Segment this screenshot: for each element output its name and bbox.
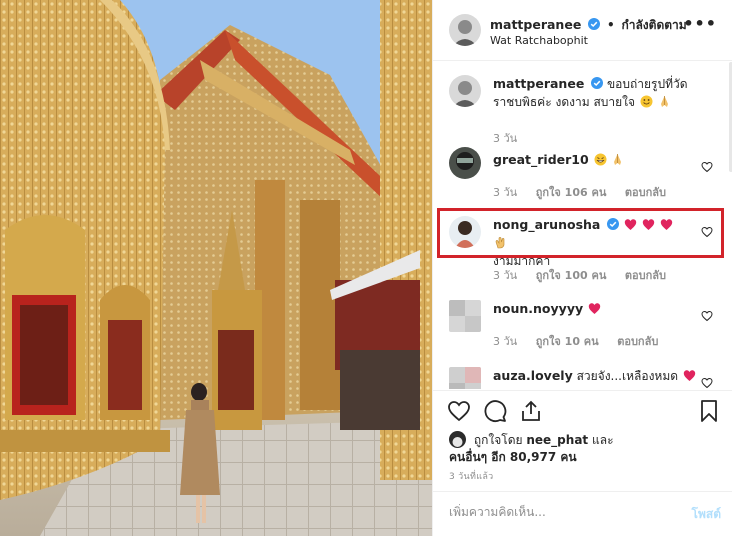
pray-emoji-icon bbox=[660, 96, 668, 107]
author-username[interactable]: mattperanee bbox=[490, 17, 581, 32]
reply-button[interactable]: ตอบกลับ bbox=[617, 335, 658, 348]
likes-summary: ถูกใจโดย nee_phat และ คนอื่นๆ อีก 80,977… bbox=[449, 431, 719, 466]
post-comment-button[interactable]: โพสต์ bbox=[692, 505, 721, 524]
red-heart-emoji-icon bbox=[683, 370, 696, 381]
commenter-avatar[interactable] bbox=[449, 367, 481, 389]
comment-text-block: nong_arunosha งามมากค่า bbox=[493, 216, 688, 270]
comment-meta: 3 วัน ถูกใจ 100 คน ตอบกลับ bbox=[493, 266, 681, 284]
red-heart-emoji-icon bbox=[660, 219, 672, 230]
red-heart-emoji-icon bbox=[642, 219, 655, 230]
liked-by-prefix: ถูกใจโดย bbox=[473, 433, 523, 447]
comments-list[interactable]: mattperanee ขอบถ่ายรูปที่วัดราชบพิธค่ะ ง… bbox=[433, 61, 732, 389]
location-link[interactable]: Wat Ratchabophit bbox=[490, 34, 588, 47]
comment-likes-count[interactable]: ถูกใจ 106 คน bbox=[536, 186, 607, 199]
comment-meta: 3 วัน ถูกใจ 106 คน ตอบกลับ bbox=[493, 183, 681, 201]
comment-meta: 3 วัน ถูกใจ 10 คน ตอบกลับ bbox=[493, 332, 673, 350]
caption-meta: 3 วัน bbox=[493, 129, 532, 147]
comment-text-block: noun.noyyyy bbox=[493, 300, 688, 318]
comment-text-block: auza.lovely สวยจัง...เหลืองหมด bbox=[493, 367, 713, 385]
caption-time[interactable]: 3 วัน bbox=[493, 132, 517, 145]
separator-dot: • bbox=[606, 18, 615, 32]
comment-username[interactable]: noun.noyyyy bbox=[493, 301, 583, 316]
liked-by-and: และ bbox=[591, 433, 614, 447]
pray-emoji-icon bbox=[614, 154, 622, 165]
post-photo[interactable] bbox=[0, 0, 432, 536]
commenter-avatar[interactable] bbox=[449, 147, 481, 179]
author-avatar[interactable] bbox=[449, 14, 481, 46]
comment-username[interactable]: nong_arunosha bbox=[493, 217, 600, 232]
verified-badge-icon bbox=[607, 218, 620, 230]
red-heart-emoji-icon bbox=[624, 219, 637, 230]
commenter-avatar[interactable] bbox=[449, 216, 481, 248]
grin-emoji-icon bbox=[594, 153, 607, 166]
save-bookmark-icon[interactable] bbox=[697, 399, 721, 423]
add-comment-bar: โพสต์ bbox=[433, 491, 732, 538]
comment-likes-count[interactable]: ถูกใจ 10 คน bbox=[536, 335, 599, 348]
clap-emoji-icon bbox=[495, 237, 505, 249]
instagram-post: mattperanee • กำลังติดตาม Wat Ratchaboph… bbox=[0, 0, 732, 536]
liked-by-others[interactable]: คนอื่นๆ อีก 80,977 คน bbox=[449, 450, 577, 464]
comment-username[interactable]: auza.lovely bbox=[493, 368, 573, 383]
following-button[interactable]: กำลังติดตาม bbox=[621, 18, 686, 32]
header-line: mattperanee • กำลังติดตาม bbox=[490, 16, 687, 35]
comment-time[interactable]: 3 วัน bbox=[493, 186, 517, 199]
comment-text: สวยจัง...เหลืองหมด bbox=[576, 369, 679, 383]
like-heart-icon[interactable] bbox=[447, 399, 471, 423]
smile-emoji-icon bbox=[640, 95, 653, 108]
caption-text-block: mattperanee ขอบถ่ายรูปที่วัดราชบพิธค่ะ ง… bbox=[493, 75, 688, 111]
comment-username[interactable]: great_rider10 bbox=[493, 152, 589, 167]
comment-time[interactable]: 3 วัน bbox=[493, 335, 517, 348]
like-comment-heart-icon[interactable] bbox=[701, 161, 713, 173]
verified-badge-icon bbox=[591, 77, 604, 89]
comment-likes-count[interactable]: ถูกใจ 100 คน bbox=[536, 269, 607, 282]
comment-bubble-icon[interactable] bbox=[483, 399, 507, 423]
like-comment-heart-icon[interactable] bbox=[701, 310, 713, 322]
reply-button[interactable]: ตอบกลับ bbox=[625, 269, 666, 282]
verified-badge-icon bbox=[588, 18, 601, 30]
liker-avatar[interactable] bbox=[449, 431, 466, 448]
temple-photo-illustration bbox=[0, 0, 432, 536]
like-comment-heart-icon[interactable] bbox=[701, 377, 713, 389]
comment-text-block: great_rider10 bbox=[493, 151, 688, 169]
commenter-avatar[interactable] bbox=[449, 300, 481, 332]
add-comment-input[interactable] bbox=[447, 504, 661, 520]
liked-by-user[interactable]: nee_phat bbox=[526, 433, 588, 447]
like-comment-heart-icon[interactable] bbox=[701, 226, 713, 238]
post-header: mattperanee • กำลังติดตาม Wat Ratchaboph… bbox=[433, 0, 732, 61]
caption-avatar[interactable] bbox=[449, 75, 481, 107]
post-timestamp[interactable]: 3 วันที่แล้ว bbox=[449, 469, 494, 483]
post-actions-section: ถูกใจโดย nee_phat และ คนอื่นๆ อีก 80,977… bbox=[433, 390, 732, 537]
comment-time[interactable]: 3 วัน bbox=[493, 269, 517, 282]
post-side-panel: mattperanee • กำลังติดตาม Wat Ratchaboph… bbox=[432, 0, 732, 536]
caption-username[interactable]: mattperanee bbox=[493, 76, 584, 91]
reply-button[interactable]: ตอบกลับ bbox=[625, 186, 666, 199]
more-options-icon[interactable]: ••• bbox=[683, 14, 717, 33]
red-heart-emoji-icon bbox=[588, 303, 601, 314]
share-upload-icon[interactable] bbox=[519, 399, 543, 423]
